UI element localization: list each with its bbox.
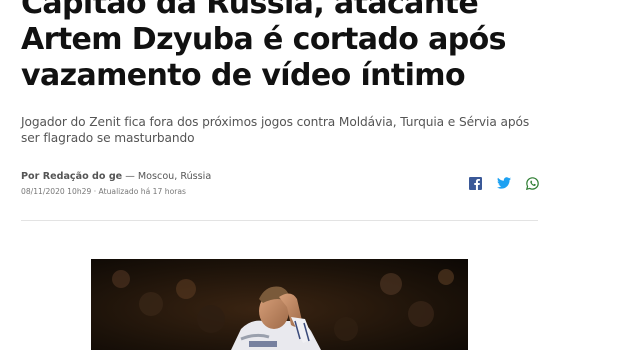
share-twitter-button[interactable] (497, 176, 511, 190)
whatsapp-icon (525, 176, 539, 190)
publish-date: 08/11/2020 10h29 · Atualizado há 17 hora… (21, 187, 186, 196)
section-divider (21, 220, 538, 221)
share-whatsapp-button[interactable] (525, 176, 539, 190)
byline: Por Redação do ge — Moscou, Rússia (21, 170, 211, 183)
facebook-icon (469, 176, 482, 190)
article-subtitle: Jogador do Zenit fica fora dos próximos … (21, 115, 530, 145)
article-location: — Moscou, Rússia (122, 171, 212, 182)
author-name: Por Redação do ge (21, 171, 123, 182)
article-title: Capitão da Rússia, atacante Artem Dzyuba… (21, 0, 507, 93)
article-photo-image (91, 259, 468, 350)
share-facebook-button[interactable] (469, 176, 482, 190)
article-photo (91, 259, 468, 350)
twitter-icon (497, 177, 511, 189)
